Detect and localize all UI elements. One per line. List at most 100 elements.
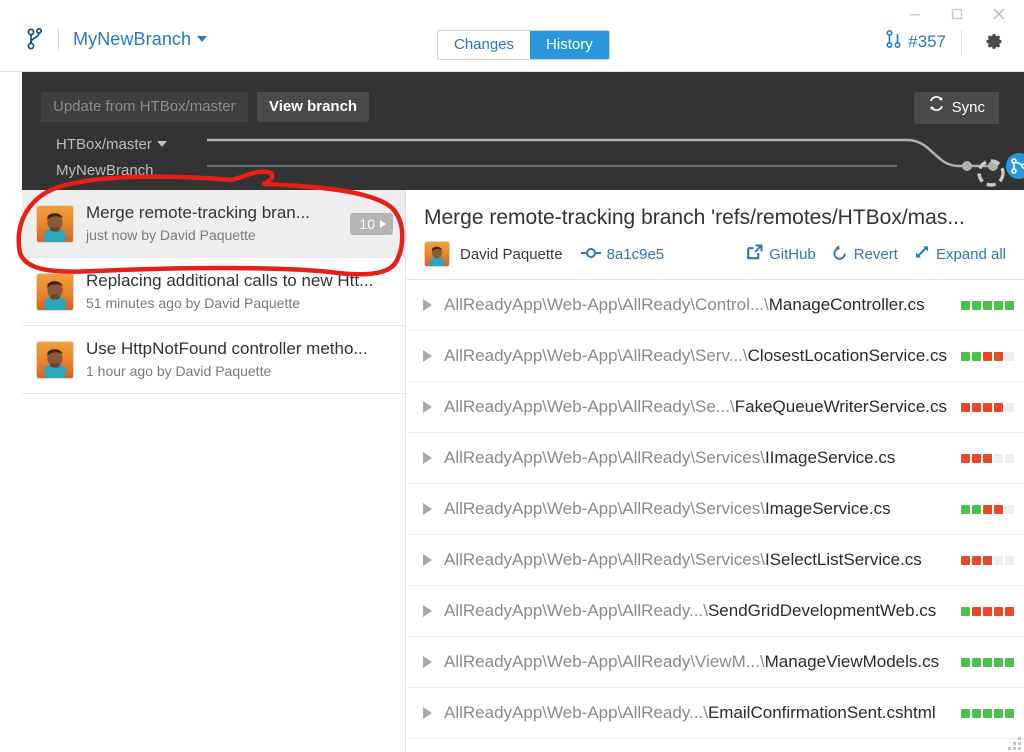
diff-indicator xyxy=(961,300,1014,310)
graph-label-branch-text: MyNewBranch xyxy=(56,161,154,179)
diff-block-del xyxy=(961,555,970,565)
file-row[interactable]: AllReadyApp\Web-App\AllReady\Services\Im… xyxy=(406,484,1024,535)
file-row[interactable]: AllReadyApp\Web-App\AllReady\Serv...\Clo… xyxy=(406,331,1024,382)
chevron-right-icon[interactable] xyxy=(420,452,434,464)
file-name: ManageViewModels.cs xyxy=(764,652,940,671)
commit-text: Use HttpNotFound controller metho... 1 h… xyxy=(86,338,393,381)
file-name: SendGridDevelopmentWeb.cs xyxy=(707,601,937,620)
diff-block-del xyxy=(983,555,992,565)
file-path: AllReadyApp\Web-App\AllReady\Services\IS… xyxy=(444,550,951,570)
branch-switcher[interactable]: MyNewBranch xyxy=(22,28,208,50)
diff-block-none xyxy=(1005,402,1014,412)
pull-request-indicator[interactable]: #357 xyxy=(886,29,946,54)
maximize-icon[interactable] xyxy=(936,0,978,28)
diff-block-del xyxy=(983,402,992,412)
diff-block-add xyxy=(983,300,992,310)
commit-sha-value: 8a1c9e5 xyxy=(606,245,665,263)
commit-count-badge[interactable]: 10 xyxy=(350,212,393,235)
pending-commit-node xyxy=(977,159,1005,187)
chevron-right-icon[interactable] xyxy=(420,503,434,515)
file-row[interactable]: AllReadyApp\Web-App\AllReady...\EmailCon… xyxy=(406,688,1024,739)
commit-text: Merge remote-tracking bran... just now b… xyxy=(86,202,338,245)
diff-block-del xyxy=(983,606,992,616)
commit-sha[interactable]: 8a1c9e5 xyxy=(580,245,665,263)
commit-actions: GitHub Revert Expand all xyxy=(747,244,1006,264)
file-row[interactable]: AllReadyApp\Web-App\AllReady\Se...\FakeQ… xyxy=(406,382,1024,433)
resize-grip[interactable] xyxy=(1007,736,1021,750)
file-path: AllReadyApp\Web-App\AllReady\Control...\… xyxy=(444,295,951,315)
avatar xyxy=(36,272,74,311)
diff-block-none xyxy=(1005,351,1014,361)
tab-changes[interactable]: Changes xyxy=(438,31,531,59)
file-path: AllReadyApp\Web-App\AllReady...\SendGrid… xyxy=(444,601,951,621)
commit-title: Replacing additional calls to new Htt... xyxy=(86,271,374,290)
diff-block-del xyxy=(994,606,1003,616)
commit-list-item-0[interactable]: Merge remote-tracking bran... just now b… xyxy=(22,190,405,258)
file-name: ImageService.cs xyxy=(764,499,891,518)
minimize-icon[interactable] xyxy=(894,0,936,28)
diff-block-add xyxy=(1005,300,1014,310)
commit-meta: 1 hour ago by David Paquette xyxy=(86,363,272,379)
chevron-right-icon[interactable] xyxy=(420,401,434,413)
commit-meta: just now by David Paquette xyxy=(86,227,256,243)
close-icon[interactable] xyxy=(978,0,1020,28)
chevron-right-icon[interactable] xyxy=(420,707,434,719)
diff-block-add xyxy=(961,351,970,361)
tab-history[interactable]: History xyxy=(530,31,609,59)
file-name: IImageService.cs xyxy=(764,448,896,467)
chevron-right-icon[interactable] xyxy=(420,299,434,311)
chevron-down-icon xyxy=(197,36,208,42)
chevron-right-icon[interactable] xyxy=(420,656,434,668)
diff-indicator xyxy=(961,555,1014,565)
github-desktop-window: MyNewBranch Changes History #357 Update … xyxy=(0,0,1024,752)
avatar xyxy=(36,340,74,379)
commit-detail-title: Merge remote-tracking branch 'refs/remot… xyxy=(424,206,965,229)
update-from-master-button[interactable]: Update from HTBox/master xyxy=(41,92,248,122)
view-branch-button[interactable]: View branch xyxy=(257,92,370,122)
commit-list-item-1[interactable]: Replacing additional calls to new Htt...… xyxy=(22,258,405,326)
file-row[interactable]: AllReadyApp\Web-App\AllReady\Services\IS… xyxy=(406,535,1024,586)
chevron-right-icon[interactable] xyxy=(420,350,434,362)
commit-icon xyxy=(580,246,601,263)
file-row[interactable]: AllReadyApp\Web-App\AllReady\Control...\… xyxy=(406,280,1024,331)
file-row[interactable]: AllReadyApp\Web-App\AllReady\Services\II… xyxy=(406,433,1024,484)
diff-block-none xyxy=(1005,453,1014,463)
undo-icon xyxy=(832,244,848,264)
diff-block-add xyxy=(1005,657,1014,667)
pull-request-icon xyxy=(886,29,901,54)
github-link[interactable]: GitHub xyxy=(747,244,816,264)
header-divider-2 xyxy=(961,30,962,56)
window-controls xyxy=(894,0,1020,28)
diff-indicator xyxy=(961,453,1014,463)
diff-block-del xyxy=(994,402,1003,412)
file-path: AllReadyApp\Web-App\AllReady\ViewM...\Ma… xyxy=(444,652,951,672)
diff-block-none xyxy=(1005,555,1014,565)
file-row[interactable]: AllReadyApp\Web-App\AllReady...\SendGrid… xyxy=(406,586,1024,637)
diff-block-add xyxy=(983,708,992,718)
chevron-right-icon[interactable] xyxy=(420,605,434,617)
chevron-right-icon[interactable] xyxy=(420,554,434,566)
avatar xyxy=(424,241,450,267)
diff-block-del xyxy=(994,504,1003,514)
diff-indicator xyxy=(961,708,1014,718)
gear-icon[interactable] xyxy=(982,30,1004,57)
diff-block-del xyxy=(1005,606,1014,616)
commit-meta: 51 minutes ago by David Paquette xyxy=(86,295,301,311)
sync-button[interactable]: Sync xyxy=(913,92,999,124)
commit-title: Merge remote-tracking bran... xyxy=(86,203,310,222)
expand-all-button[interactable]: Expand all xyxy=(914,244,1006,264)
file-row[interactable]: AllReadyApp\Web-App\AllReady\ViewM...\Ma… xyxy=(406,637,1024,688)
expand-all-label: Expand all xyxy=(935,245,1006,263)
graph-label-branch: MyNewBranch xyxy=(22,162,207,179)
file-name: ClosestLocationService.cs xyxy=(747,346,948,365)
diff-block-add xyxy=(972,708,981,718)
title-bar: MyNewBranch Changes History #357 xyxy=(0,0,1024,72)
commit-list-item-2[interactable]: Use HttpNotFound controller metho... 1 h… xyxy=(22,326,405,394)
diff-block-add xyxy=(972,504,981,514)
commit-detail-pane: Merge remote-tracking branch 'refs/remot… xyxy=(406,190,1024,752)
file-path: AllReadyApp\Web-App\AllReady\Services\II… xyxy=(444,448,951,468)
diff-block-add xyxy=(994,300,1003,310)
file-path: AllReadyApp\Web-App\AllReady\Se...\FakeQ… xyxy=(444,397,951,417)
revert-button[interactable]: Revert xyxy=(832,244,898,264)
changed-files-list: AllReadyApp\Web-App\AllReady\Control...\… xyxy=(406,280,1024,739)
